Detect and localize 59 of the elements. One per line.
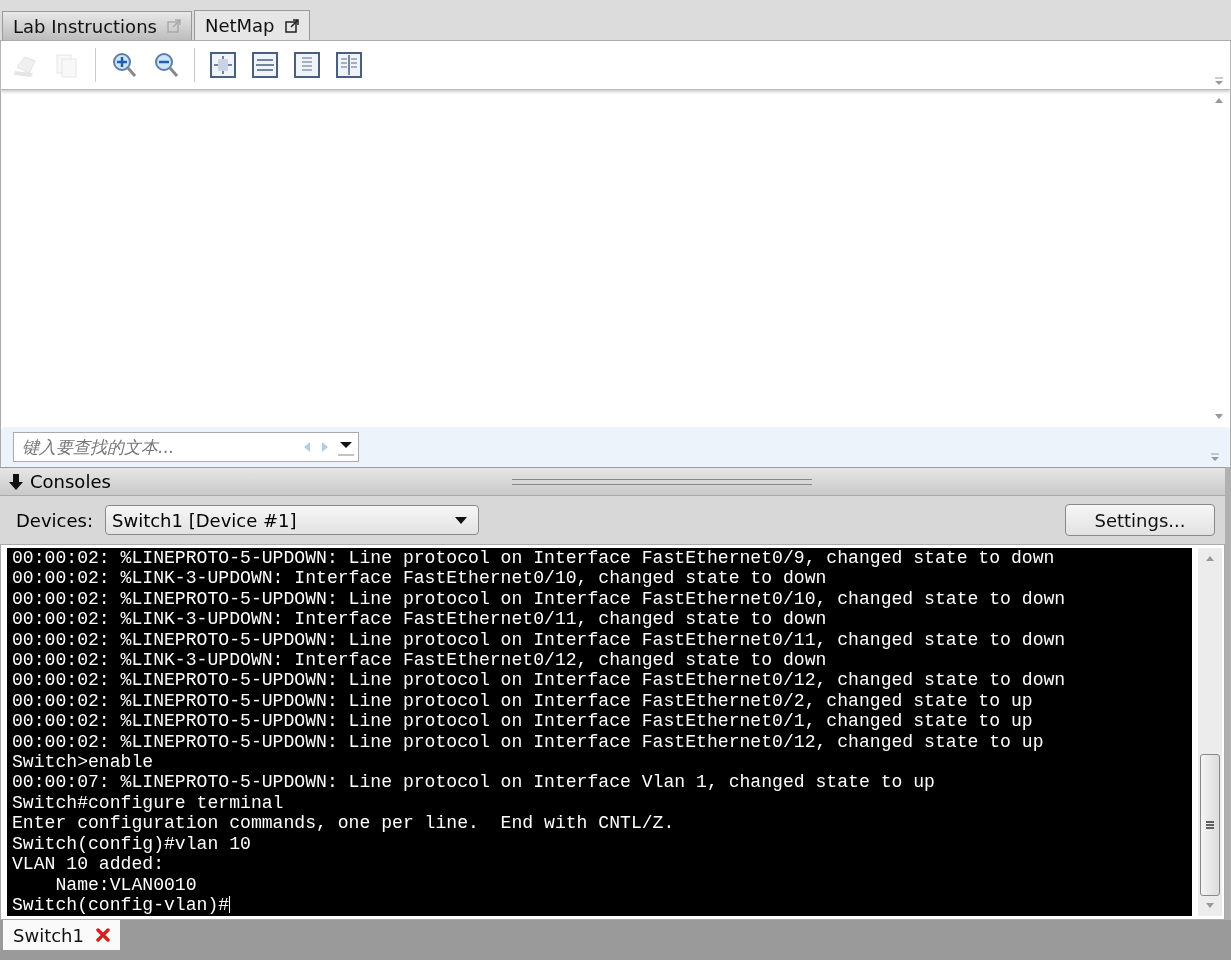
settings-button[interactable]: Settings...	[1065, 504, 1215, 536]
terminal-line: 00:00:02: %LINK-3-UPDOWN: Interface FastEthernet0/12, changed state to down	[12, 650, 827, 671]
terminal-line: 00:00:07: %LINEPROTO-5-UPDOWN: Line protocol on Interface Vlan 1, changed state to up	[12, 772, 935, 793]
devices-label: Devices:	[16, 509, 93, 531]
terminal-line: Switch(config-vlan)#	[12, 894, 231, 916]
text-cursor	[229, 895, 231, 913]
search-field[interactable]: 键入要查找的文本...	[22, 437, 294, 457]
single-page-icon	[293, 51, 321, 79]
terminal-line: 00:00:02: %LINK-3-UPDOWN: Interface FastEthernet0/11, changed state to down	[12, 609, 827, 630]
fit-page-icon	[209, 51, 237, 79]
zoom-in-button[interactable]	[110, 51, 138, 79]
panel-title: Consoles	[30, 471, 111, 492]
terminal-line: 00:00:02: %LINEPROTO-5-UPDOWN: Line protocol on Interface FastEthernet0/9, changed state to down	[12, 548, 1055, 569]
scroll-up-icon	[1214, 96, 1224, 104]
terminal-screen[interactable]	[7, 548, 1192, 916]
two-page-button[interactable]	[335, 51, 363, 79]
splitter-grip[interactable]	[512, 479, 812, 485]
terminal-line: 00:00:02: %LINEPROTO-5-UPDOWN: Line protocol on Interface FastEthernet0/12, changed state to up	[12, 731, 1044, 753]
tab[interactable]: Switch1	[3, 920, 120, 950]
terminal-line: VLAN 10 added:	[12, 854, 164, 875]
terminal-line: Switch(config)#vlan 10	[12, 833, 251, 855]
scroll-down-icon	[1214, 413, 1224, 421]
popout-icon	[166, 19, 181, 33]
zoom-out-button[interactable]	[152, 51, 180, 79]
terminal-line: 00:00:02: %LINEPROTO-5-UPDOWN: Line protocol on Interface FastEthernet0/11, changed state to down	[12, 629, 1066, 651]
close-icon	[95, 928, 110, 942]
zoom-in-icon	[110, 51, 138, 79]
down-arrow-icon	[8, 473, 24, 490]
fit-width-button[interactable]	[251, 51, 279, 79]
overflow-icon	[1208, 451, 1222, 463]
terminal-line: Enter configuration commands, one per line. End with CNTL/Z.	[12, 813, 675, 834]
two-page-icon	[335, 51, 363, 79]
fit-page-button[interactable]	[209, 51, 237, 79]
scroll-down-icon	[1205, 902, 1215, 910]
grip-icon	[1206, 821, 1214, 829]
previous-icon	[302, 441, 312, 453]
terminal-line: 00:00:02: %LINEPROTO-5-UPDOWN: Line protocol on Interface FastEthernet0/1, changed state to up	[12, 711, 1033, 732]
terminal-line: 00:00:02: %LINEPROTO-5-UPDOWN: Line protocol on Interface FastEthernet0/10, changed state to down	[12, 588, 1066, 610]
search-field[interactable]: 键入要查找的文本...	[13, 432, 359, 462]
dropdown-icon	[454, 515, 468, 525]
tab[interactable]: Lab Instructions	[2, 11, 192, 40]
terminal-line: Name:VLAN0010	[54, 874, 197, 895]
zoom-out-icon	[152, 51, 180, 79]
overflow-icon	[1212, 75, 1226, 87]
terminal-line: Switch#configure terminal	[12, 792, 284, 814]
tab[interactable]: NetMap	[193, 10, 310, 40]
terminal-line: 00:00:02: %LINEPROTO-5-UPDOWN: Line protocol on Interface FastEthernet0/12, changed state to down	[12, 670, 1066, 691]
scroll-up-icon	[1205, 554, 1215, 562]
scroll-thumb[interactable]	[1200, 754, 1220, 896]
terminal-line: 00:00:02: %LINK-3-UPDOWN: Interface FastEthernet0/10, changed state to down	[12, 568, 827, 589]
scrollbar[interactable]	[1198, 548, 1222, 916]
popout-icon	[284, 18, 299, 33]
terminal-line: 00:00:02: %LINEPROTO-5-UPDOWN: Line protocol on Interface FastEthernet0/2, changed state to up	[12, 690, 1033, 712]
fit-width-icon	[251, 51, 279, 79]
device-dropdown[interactable]: Switch1 [Device #1]	[105, 505, 479, 535]
terminal-line: Switch>enable	[12, 752, 154, 773]
panel-header[interactable]: Consoles	[0, 467, 1225, 496]
single-page-button[interactable]	[293, 51, 321, 79]
next-icon	[320, 441, 330, 453]
